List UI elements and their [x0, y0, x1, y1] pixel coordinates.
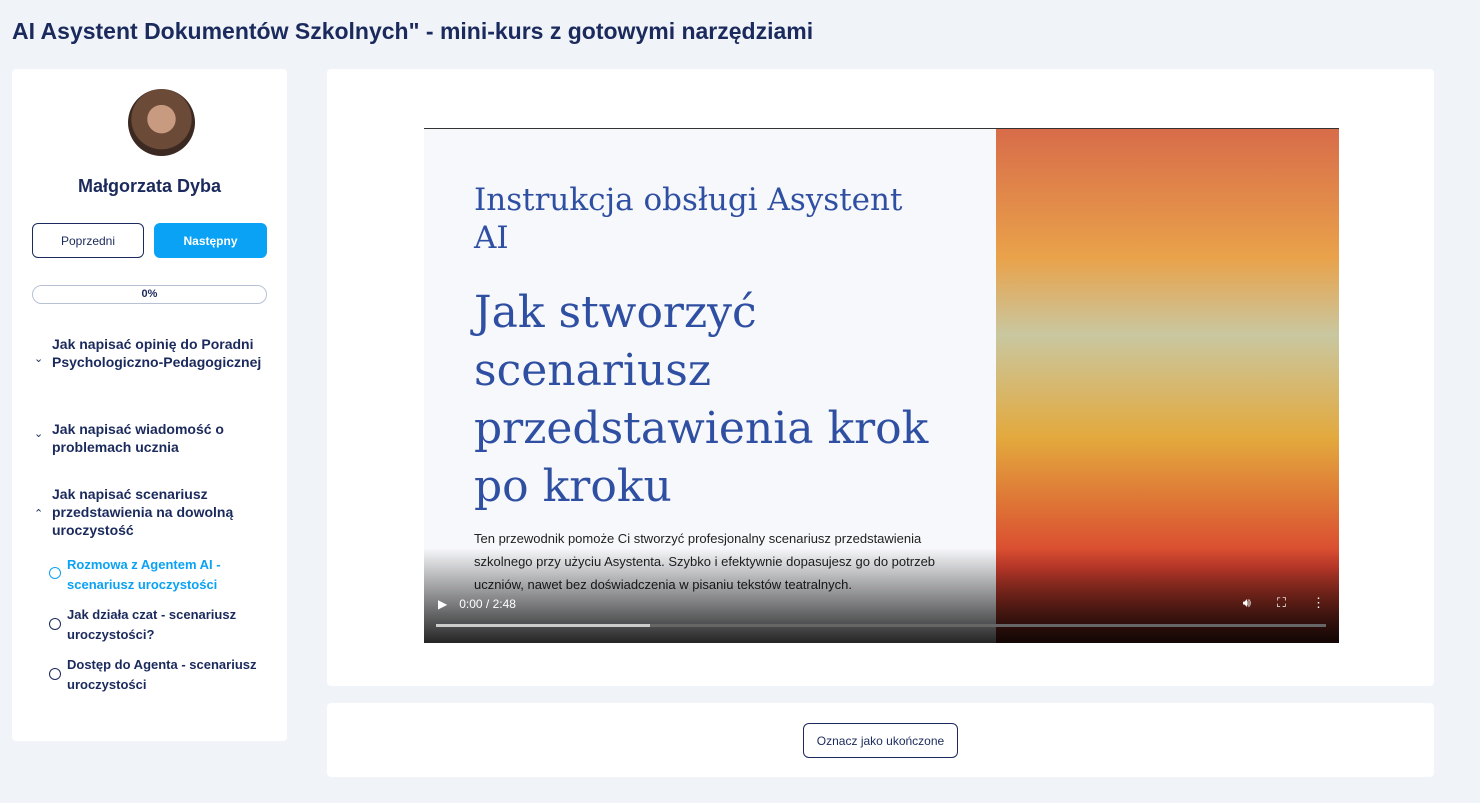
next-button[interactable]: Następny: [154, 223, 267, 258]
video-time: 0:00 / 2:48: [459, 597, 516, 611]
section-label: Jak napisać scenariusz przedstawienia na…: [52, 486, 234, 538]
video-card: Instrukcja obsługi Asystent AI Jak stwor…: [327, 69, 1434, 686]
play-icon[interactable]: ▶: [438, 597, 447, 611]
section-label: Jak napisać wiadomość o problemach uczni…: [52, 421, 224, 455]
video-seek-bar[interactable]: [436, 624, 1326, 627]
chevron-down-icon: ⌄: [34, 353, 44, 365]
more-options-icon[interactable]: ⋮: [1312, 595, 1325, 611]
slide-subtitle: Instrukcja obsługi Asystent AI: [474, 182, 903, 256]
section-label: Jak napisać opinię do Poradni Psychologi…: [52, 336, 262, 370]
chevron-up-icon: ⌃: [34, 508, 44, 520]
circle-icon: [49, 668, 61, 680]
author-name: Małgorzata Dyba: [77, 176, 222, 196]
buffered-bar: [436, 624, 650, 627]
completion-card: Oznacz jako ukończone: [327, 703, 1434, 777]
mark-complete-button[interactable]: Oznacz jako ukończone: [803, 723, 958, 758]
chevron-down-icon: ⌄: [34, 428, 44, 440]
slide-title: Jak stworzyć scenariusz przedstawienia k…: [474, 287, 929, 512]
avatar: [128, 89, 195, 156]
lesson-label: Dostęp do Agenta - scenariusz uroczystoś…: [67, 657, 257, 692]
lesson-label: Jak działa czat - scenariusz uroczystośc…: [67, 607, 237, 642]
fullscreen-icon[interactable]: ⛶: [1277, 595, 1286, 611]
circle-icon: [49, 567, 61, 579]
page-title: AI Asystent Dokumentów Szkolnych" - mini…: [12, 18, 814, 44]
progress-bar: 0%: [32, 285, 267, 304]
volume-icon[interactable]: 🔊︎: [1243, 595, 1251, 611]
lesson-label: Rozmowa z Agentem AI - scenariusz uroczy…: [67, 557, 221, 592]
video-player[interactable]: Instrukcja obsługi Asystent AI Jak stwor…: [424, 128, 1339, 643]
previous-button[interactable]: Poprzedni: [32, 223, 144, 258]
circle-icon: [49, 618, 61, 630]
course-sidebar: Małgorzata Dyba Poprzedni Następny 0% ⌄ …: [12, 69, 287, 741]
